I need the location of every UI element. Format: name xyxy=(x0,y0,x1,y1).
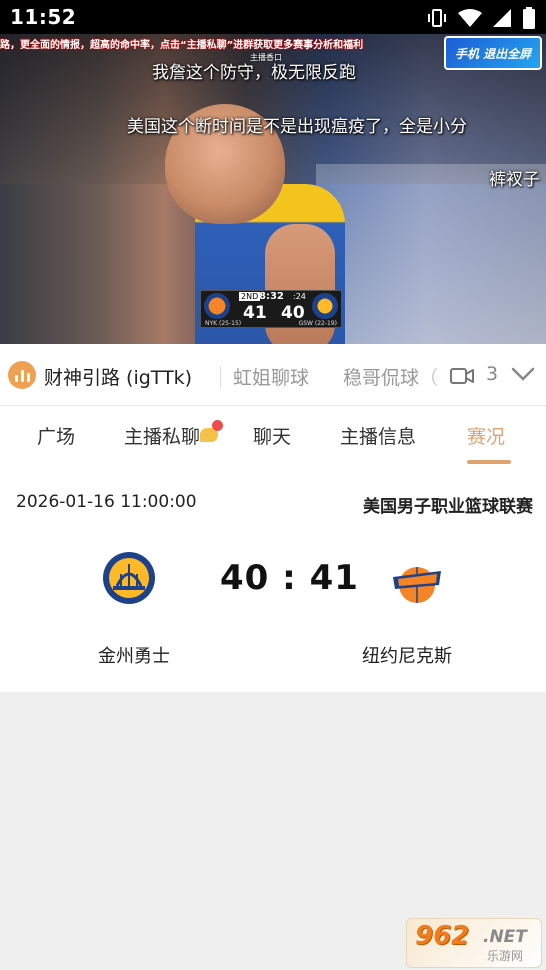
match-league: 美国男子职业篮球联赛 xyxy=(363,497,533,517)
video-player[interactable]: 路，更全面的情报，超高的命中率，点击“主播私聊”进群获取更多赛事分析和福利 主播… xyxy=(0,34,546,344)
scoreboard-period: 2ND xyxy=(239,292,261,301)
tab-match-status[interactable]: 赛况 xyxy=(467,422,505,449)
home-team-name: 金州勇士 xyxy=(98,646,170,667)
warriors-logo-icon xyxy=(312,293,338,319)
scoreboard-clock: 8:32 xyxy=(259,291,284,302)
tab-anchor-info[interactable]: 主播信息 xyxy=(340,422,416,449)
anchor-fade xyxy=(420,344,450,405)
tab-plaza[interactable]: 广场 xyxy=(37,422,75,449)
knicks-logo-icon xyxy=(393,567,441,603)
chevron-down-icon[interactable] xyxy=(511,366,535,382)
match-datetime: 2026-01-16 11:00:00 xyxy=(16,492,197,512)
danmaku-comment: 我詹这个防守，极无限反跑 xyxy=(152,63,356,83)
video-camera-icon[interactable] xyxy=(450,367,474,385)
away-team-name: 纽约尼克斯 xyxy=(362,646,452,667)
tab-bar: 广场 主播私聊 聊天 主播信息 赛况 xyxy=(0,406,546,468)
tab-active-indicator xyxy=(467,460,511,464)
anchor-item-hongjie[interactable]: 虹姐聊球 xyxy=(233,363,309,390)
scoreboard-left-score: 41 xyxy=(243,303,267,323)
exit-fullscreen-logo[interactable]: 手机 退出全屏 xyxy=(444,36,542,70)
wifi-icon xyxy=(458,9,482,27)
anchor-divider xyxy=(220,366,221,388)
warriors-logo-icon xyxy=(103,552,155,604)
knicks-logo-icon xyxy=(204,293,230,319)
watermark-sub: 乐游网 xyxy=(487,949,524,963)
watermark-number: 962 xyxy=(415,921,470,951)
anchor-bar: 财神引路 (igTTk) 虹姐聊球 稳哥侃球（ 3 xyxy=(0,344,546,406)
signal-icon xyxy=(493,9,511,27)
scoreboard-left-team: NYK (25-15) xyxy=(205,320,242,327)
video-scoreboard: 2ND 8:32 :24 41 40 NYK (25-15) GSW (22-1… xyxy=(200,290,342,328)
status-time: 11:52 xyxy=(10,5,77,29)
notification-badge xyxy=(212,420,223,431)
scoreboard-shot-clock: :24 xyxy=(293,292,306,301)
vibrate-icon xyxy=(428,9,446,27)
battery-icon xyxy=(523,7,535,29)
video-ticker: 路，更全面的情报，超高的命中率，点击“主播私聊”进群获取更多赛事分析和福利 xyxy=(0,40,364,51)
status-icons xyxy=(426,7,536,29)
watermark-net: .NET xyxy=(483,927,527,947)
anchor-item-caishen[interactable]: 财神引路 (igTTk) xyxy=(44,363,192,390)
bar-chart-icon xyxy=(8,361,36,389)
tab-chat[interactable]: 聊天 xyxy=(253,422,291,449)
scoreboard-right-team: GSW (22-19) xyxy=(298,320,337,327)
video-count: 3 xyxy=(486,363,499,385)
danmaku-comment: 裤衩子 xyxy=(489,170,540,190)
video-bench xyxy=(316,164,546,344)
match-score: 40 : 41 xyxy=(220,558,359,598)
site-watermark: 962 .NET 乐游网 xyxy=(406,918,542,968)
danmaku-comment: 美国这个断时间是不是出现瘟疫了，全是小分 xyxy=(127,117,467,137)
status-bar: 11:52 xyxy=(0,0,546,34)
match-card: 2026-01-16 11:00:00 美国男子职业篮球联赛 40 : 41 金… xyxy=(0,468,546,692)
tab-anchor-private-chat[interactable]: 主播私聊 xyxy=(124,422,200,449)
